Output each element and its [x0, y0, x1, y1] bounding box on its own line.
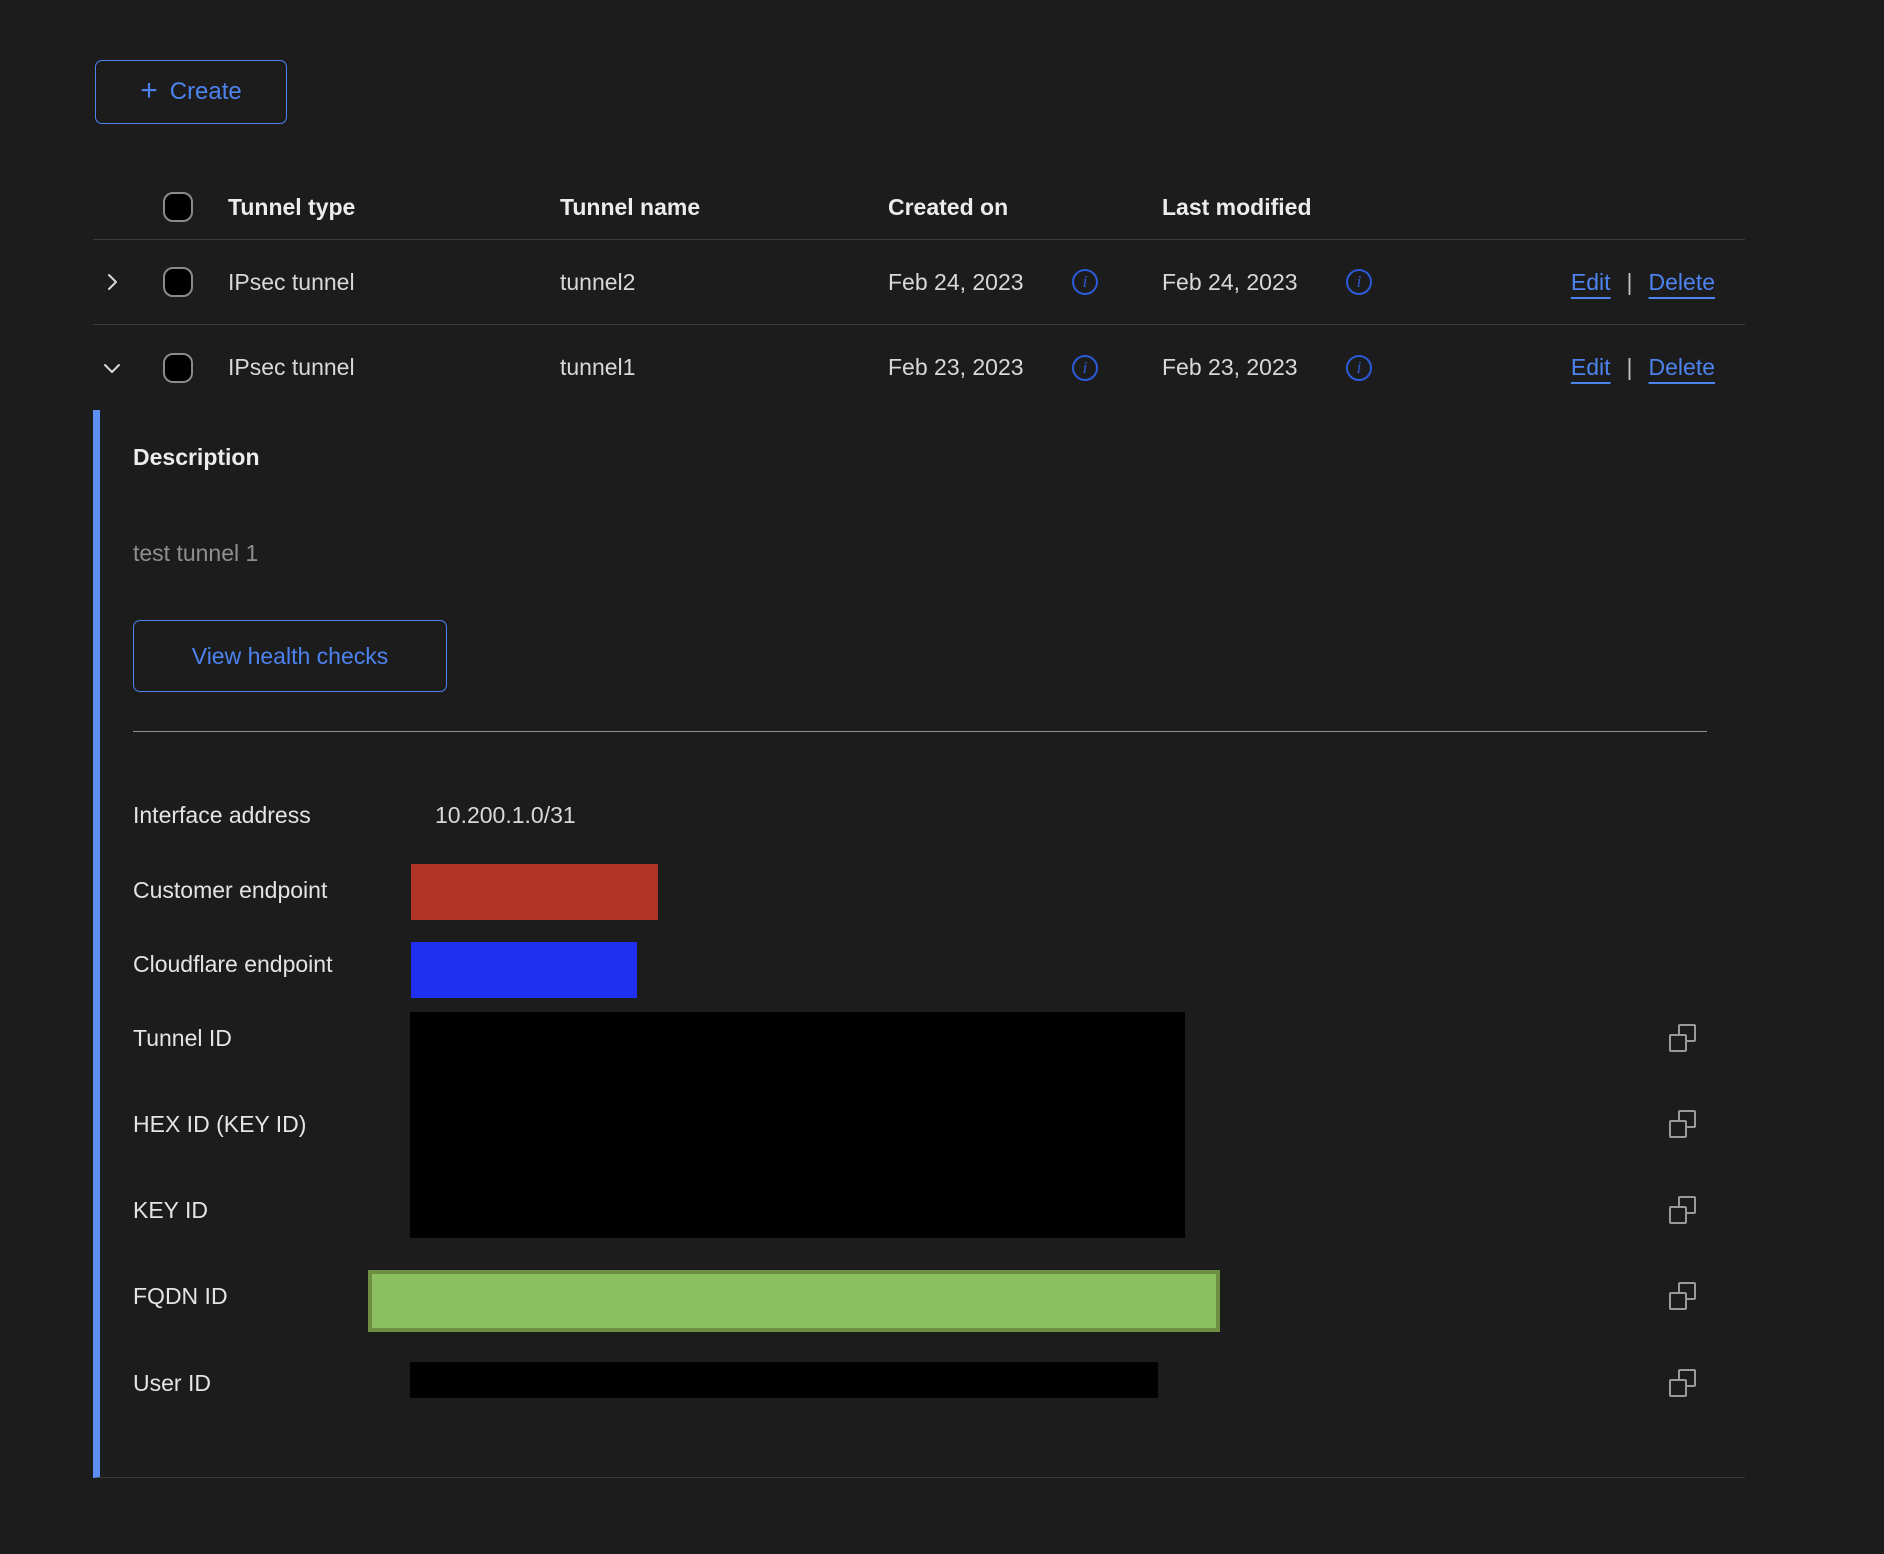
cloudflare-endpoint-redacted-value [411, 942, 637, 998]
tunnel-name-cell: tunnel1 [560, 354, 888, 381]
tunnels-table: Tunnel type Tunnel name Created on Last … [93, 175, 1745, 410]
chevron-right-icon[interactable] [101, 271, 123, 293]
table-row: IPsec tunnel tunnel2 Feb 24, 2023 i Feb … [93, 240, 1745, 325]
description-heading: Description [133, 444, 260, 471]
row-checkbox[interactable] [163, 267, 193, 297]
fqdn-id-redacted-value [368, 1270, 1220, 1332]
field-label-hex-id: HEX ID (KEY ID) [133, 1110, 306, 1138]
tunnel-name-cell: tunnel2 [560, 269, 888, 296]
field-label-customer-endpoint: Customer endpoint [133, 876, 327, 904]
tunnel-type-cell: IPsec tunnel [228, 269, 560, 296]
created-on-value: Feb 23, 2023 [888, 354, 1048, 381]
info-icon[interactable]: i [1346, 355, 1372, 381]
created-on-value: Feb 24, 2023 [888, 269, 1048, 296]
header-tunnel-name: Tunnel name [560, 194, 888, 221]
header-tunnel-type: Tunnel type [228, 194, 560, 221]
plus-icon: + [140, 76, 158, 106]
field-label-key-id: KEY ID [133, 1196, 208, 1224]
interface-address-value: 10.200.1.0/31 [435, 801, 576, 829]
header-last-modified: Last modified [1162, 194, 1540, 221]
edit-link[interactable]: Edit [1571, 269, 1611, 296]
table-row: IPsec tunnel tunnel1 Feb 23, 2023 i Feb … [93, 325, 1745, 410]
copy-icon[interactable] [1669, 1369, 1697, 1397]
copy-icon[interactable] [1669, 1196, 1697, 1224]
copy-icon[interactable] [1669, 1024, 1697, 1052]
tunnel-type-cell: IPsec tunnel [228, 354, 560, 381]
panel-divider [133, 731, 1707, 732]
last-modified-value: Feb 23, 2023 [1162, 354, 1322, 381]
description-value: test tunnel 1 [133, 540, 258, 567]
user-id-redacted-value [410, 1362, 1158, 1398]
delete-link[interactable]: Delete [1649, 354, 1715, 381]
table-header-row: Tunnel type Tunnel name Created on Last … [93, 175, 1745, 240]
select-all-checkbox[interactable] [163, 192, 193, 222]
copy-icon[interactable] [1669, 1110, 1697, 1138]
field-label-tunnel-id: Tunnel ID [133, 1024, 232, 1052]
delete-link[interactable]: Delete [1649, 269, 1715, 296]
info-icon[interactable]: i [1346, 269, 1372, 295]
edit-link[interactable]: Edit [1571, 354, 1611, 381]
header-checkbox-cell [163, 192, 228, 222]
expanded-tunnel-panel: Description test tunnel 1 View health ch… [93, 410, 1745, 1478]
copy-icon[interactable] [1669, 1282, 1697, 1310]
chevron-down-icon[interactable] [101, 357, 123, 379]
create-button-label: Create [170, 78, 242, 106]
action-separator: | [1627, 269, 1633, 296]
field-label-interface-address: Interface address [133, 801, 311, 829]
field-label-fqdn-id: FQDN ID [133, 1282, 228, 1310]
info-icon[interactable]: i [1072, 269, 1098, 295]
customer-endpoint-redacted-value [411, 864, 658, 920]
field-label-cloudflare-endpoint: Cloudflare endpoint [133, 950, 332, 978]
row-checkbox[interactable] [163, 353, 193, 383]
create-button[interactable]: + Create [95, 60, 287, 124]
field-label-user-id: User ID [133, 1369, 211, 1397]
action-separator: | [1627, 354, 1633, 381]
ids-redacted-value [410, 1012, 1185, 1238]
info-icon[interactable]: i [1072, 355, 1098, 381]
last-modified-value: Feb 24, 2023 [1162, 269, 1322, 296]
header-created-on: Created on [888, 194, 1162, 221]
view-health-checks-button[interactable]: View health checks [133, 620, 447, 692]
